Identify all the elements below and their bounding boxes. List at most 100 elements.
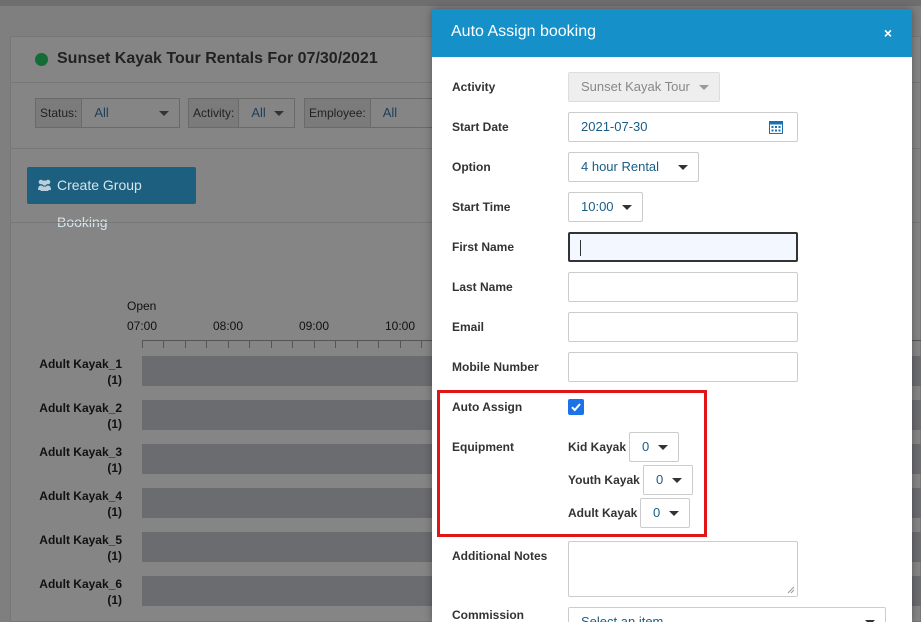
additional-notes-textarea[interactable] [568,541,798,597]
axis-tick [292,340,293,348]
resource-row-label: Adult Kayak_6 (1) [29,576,122,608]
chevron-down-icon [669,511,679,516]
option-value: 4 hour Rental [581,159,660,174]
start-date-label: Start Date [452,120,509,134]
option-label: Option [452,160,491,174]
axis-tick [206,340,207,348]
page-title: Sunset Kayak Tour Rentals For 07/30/2021 [57,50,378,67]
axis-tick [163,340,164,348]
youth-kayak-label: Youth Kayak [568,473,640,487]
start-time-value: 10:00 [581,199,614,214]
equipment-label: Equipment [452,440,514,454]
resource-row-label: Adult Kayak_5 (1) [29,532,122,564]
adult-kayak-select[interactable]: 0 [640,498,690,528]
resource-name: Adult Kayak_1 [39,357,122,371]
open-label: Open [127,299,157,313]
mobile-number-label: Mobile Number [452,360,539,374]
chevron-down-icon [159,111,169,116]
activity-filter[interactable]: Activity: All [188,98,295,128]
resize-handle-icon[interactable] [787,586,795,594]
resource-count: (1) [107,417,122,431]
first-name-label: First Name [452,240,515,254]
resource-count: (1) [107,461,122,475]
activity-value: Sunset Kayak Tour [581,79,690,94]
axis-tick [421,340,422,348]
adult-kayak-value: 0 [653,505,661,520]
users-icon [38,179,51,191]
chevron-down-icon [658,445,668,450]
modal-title: Auto Assign booking [451,23,596,40]
start-time-select[interactable]: 10:00 [568,192,643,222]
kid-kayak-value: 0 [642,439,650,454]
adult-kayak-label: Adult Kayak [568,506,638,520]
resource-name: Adult Kayak_6 [39,577,122,591]
mobile-number-input[interactable] [568,352,798,382]
checkmark-icon [571,403,581,412]
status-filter-value[interactable]: All [82,99,179,127]
activity-select[interactable]: Sunset Kayak Tour [568,72,720,102]
resource-row-label: Adult Kayak_4 (1) [29,488,122,520]
resource-name: Adult Kayak_3 [39,445,122,459]
status-filter-label: Status: [36,99,83,127]
time-label: 08:00 [213,319,244,333]
resource-name: Adult Kayak_5 [39,533,122,547]
activity-filter-value[interactable]: All [239,99,294,127]
chevron-down-icon [678,165,688,170]
start-date-input[interactable]: 2021-07-30 [568,112,798,142]
option-select[interactable]: 4 hour Rental [568,152,699,182]
commission-placeholder: Select an item [581,614,664,622]
commission-select[interactable]: Select an item [568,607,886,622]
axis-tick [400,340,401,348]
email-input[interactable] [568,312,798,342]
start-time-label: Start Time [452,200,511,214]
youth-kayak-select[interactable]: 0 [643,465,693,495]
status-filter[interactable]: Status: All [35,98,180,128]
resource-row-label: Adult Kayak_1 (1) [29,356,122,388]
youth-kayak-value: 0 [656,472,664,487]
axis-tick [271,340,272,348]
activity-filter-text: All [251,105,266,120]
resource-count: (1) [107,549,122,563]
axis-tick [314,340,315,348]
kid-kayak-select[interactable]: 0 [629,432,679,462]
time-label: 07:00 [127,319,158,333]
chevron-down-icon [672,478,682,483]
resource-count: (1) [107,373,122,387]
close-button[interactable]: × [884,25,892,41]
axis-tick [142,340,143,348]
axis-tick [249,340,250,348]
time-label: 10:00 [385,319,416,333]
auto-assign-modal: Auto Assign booking × Activity Sunset Ka… [432,9,912,622]
calendar-icon[interactable] [769,120,783,134]
last-name-label: Last Name [452,280,513,294]
time-label: 09:00 [299,319,330,333]
status-dot-icon [35,53,48,66]
activity-label: Activity [452,80,496,94]
chevron-down-icon [622,205,632,210]
chevron-down-icon [699,85,709,90]
employee-filter[interactable]: Employee: All [304,98,444,128]
employee-filter-label: Employee: [305,99,371,127]
axis-tick [228,340,229,348]
start-date-value: 2021-07-30 [581,119,648,134]
resource-count: (1) [107,505,122,519]
additional-notes-label: Additional Notes [452,549,548,563]
email-label: Email [452,320,485,334]
chevron-down-icon [274,111,284,116]
resource-name: Adult Kayak_4 [39,489,122,503]
axis-tick [185,340,186,348]
kid-kayak-label: Kid Kayak [568,440,627,454]
text-cursor [580,240,581,256]
last-name-input[interactable] [568,272,798,302]
first-name-input[interactable] [568,232,798,262]
auto-assign-checkbox[interactable] [568,399,584,415]
resource-count: (1) [107,593,122,607]
top-navbar [0,0,921,6]
axis-tick [357,340,358,348]
resource-row-label: Adult Kayak_2 (1) [29,400,122,432]
auto-assign-label: Auto Assign [452,400,523,414]
create-group-booking-button[interactable]: Create Group Booking [27,167,196,230]
employee-filter-text: All [382,105,398,120]
axis-tick [335,340,336,348]
activity-filter-label: Activity: [189,99,240,127]
